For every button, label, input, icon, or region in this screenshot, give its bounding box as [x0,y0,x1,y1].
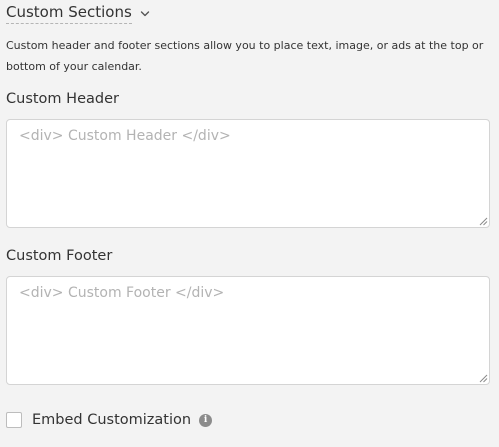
custom-footer-label: Custom Footer [6,248,113,264]
custom-sections-toggle[interactable]: Custom Sections [6,2,151,24]
info-icon[interactable]: i [199,413,213,427]
embed-customization-label[interactable]: Embed Customization [32,410,191,430]
embed-customization-row: Embed Customization i [6,410,213,430]
custom-header-textarea[interactable] [6,119,490,228]
custom-header-label: Custom Header [6,91,119,107]
embed-customization-checkbox[interactable] [6,412,22,428]
section-description: Custom header and footer sections allow … [6,39,484,73]
custom-footer-textarea[interactable] [6,276,490,385]
chevron-down-icon [140,10,149,16]
resize-handle-icon[interactable] [479,374,488,383]
resize-handle-icon[interactable] [479,217,488,226]
custom-sections-panel: Custom Sections Custom header and footer… [0,0,499,447]
section-title: Custom Sections [6,2,132,24]
